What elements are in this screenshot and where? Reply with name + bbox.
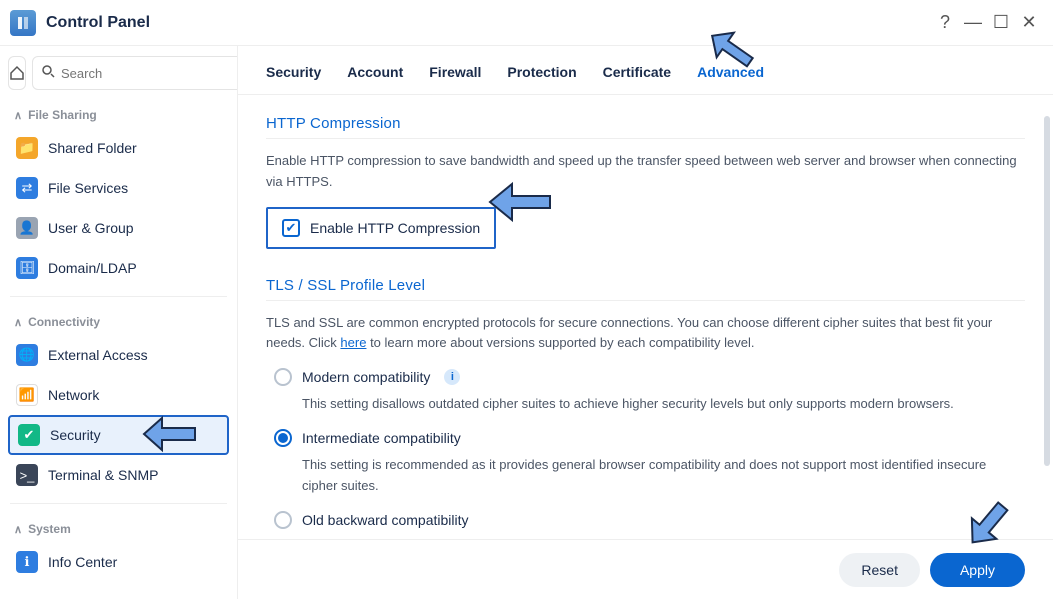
sidebar-item-label: Shared Folder xyxy=(48,140,137,156)
sidebar-item-label: Info Center xyxy=(48,554,117,570)
section-system[interactable]: ∧ System xyxy=(8,512,229,542)
sidebar-item-label: Network xyxy=(48,387,99,403)
http-compression-title: HTTP Compression xyxy=(266,115,1025,132)
reset-button[interactable]: Reset xyxy=(839,553,920,587)
apply-button[interactable]: Apply xyxy=(930,553,1025,587)
tab-certificate[interactable]: Certificate xyxy=(603,64,671,94)
tab-advanced[interactable]: Advanced xyxy=(697,64,764,94)
folder-icon: 📁 xyxy=(16,137,38,159)
sidebar-item-label: External Access xyxy=(48,347,148,363)
home-icon xyxy=(9,65,25,81)
home-button[interactable] xyxy=(8,56,26,90)
radio-desc: This setting disallows outdated cipher s… xyxy=(302,394,1025,415)
tls-desc: TLS and SSL are common encrypted protoco… xyxy=(266,313,1025,355)
section-connectivity[interactable]: ∧ Connectivity xyxy=(8,305,229,335)
checkbox-label: Enable HTTP Compression xyxy=(310,220,480,236)
tls-title: TLS / SSL Profile Level xyxy=(266,277,1025,294)
section-label: System xyxy=(28,522,71,536)
sidebar-item-label: User & Group xyxy=(48,220,134,236)
radio-icon xyxy=(274,511,292,529)
content-area: HTTP Compression Enable HTTP compression… xyxy=(238,95,1053,599)
chevron-up-icon: ∧ xyxy=(14,109,22,122)
user-group-icon: 👤 xyxy=(16,217,38,239)
sidebar-item-shared-folder[interactable]: 📁 Shared Folder xyxy=(8,128,229,168)
tab-firewall[interactable]: Firewall xyxy=(429,64,481,94)
sidebar-item-user-group[interactable]: 👤 User & Group xyxy=(8,208,229,248)
radio-intermediate-compatibility[interactable]: Intermediate compatibility xyxy=(274,429,1025,447)
search-icon xyxy=(41,64,55,83)
chevron-up-icon: ∧ xyxy=(14,523,22,536)
file-services-icon: ⇄ xyxy=(16,177,38,199)
divider xyxy=(10,503,227,504)
minimize-button[interactable]: — xyxy=(959,9,987,37)
shield-icon: ✔ xyxy=(18,424,40,446)
sidebar-item-info-center[interactable]: ℹ Info Center xyxy=(8,542,229,582)
help-button[interactable]: ? xyxy=(931,9,959,37)
section-file-sharing[interactable]: ∧ File Sharing xyxy=(8,98,229,128)
info-badge[interactable]: i xyxy=(444,369,460,385)
sidebar: ∧ File Sharing 📁 Shared Folder ⇄ File Se… xyxy=(0,46,238,599)
sidebar-item-label: Terminal & SNMP xyxy=(48,467,158,483)
footer: Reset Apply xyxy=(238,539,1053,599)
globe-icon: 🌐 xyxy=(16,344,38,366)
tab-account[interactable]: Account xyxy=(347,64,403,94)
radio-icon xyxy=(274,429,292,447)
search-input[interactable] xyxy=(61,66,237,81)
control-panel-icon xyxy=(10,10,36,36)
tab-protection[interactable]: Protection xyxy=(507,64,576,94)
http-compression-desc: Enable HTTP compression to save bandwidt… xyxy=(266,151,1025,193)
radio-old-backward-compatibility[interactable]: Old backward compatibility xyxy=(274,511,1025,529)
sidebar-item-label: Security xyxy=(50,427,101,443)
network-icon: 📶 xyxy=(16,384,38,406)
domain-ldap-icon: 🗄 xyxy=(16,257,38,279)
chevron-up-icon: ∧ xyxy=(14,316,22,329)
sidebar-item-label: File Services xyxy=(48,180,128,196)
radio-desc: This setting is recommended as it provid… xyxy=(302,455,1025,497)
sidebar-item-external-access[interactable]: 🌐 External Access xyxy=(8,335,229,375)
radio-label: Old backward compatibility xyxy=(302,512,469,528)
maximize-button[interactable]: ☐ xyxy=(987,9,1015,37)
main-panel: Security Account Firewall Protection Cer… xyxy=(238,46,1053,599)
info-icon: ℹ xyxy=(16,551,38,573)
sidebar-item-terminal-snmp[interactable]: >_ Terminal & SNMP xyxy=(8,455,229,495)
tls-learn-more-link[interactable]: here xyxy=(340,335,366,350)
section-label: File Sharing xyxy=(28,108,97,122)
radio-label: Intermediate compatibility xyxy=(302,430,461,446)
enable-http-compression-checkbox[interactable]: ✔ Enable HTTP Compression xyxy=(266,207,496,249)
tab-security[interactable]: Security xyxy=(266,64,321,94)
terminal-icon: >_ xyxy=(16,464,38,486)
divider xyxy=(10,296,227,297)
sidebar-item-network[interactable]: 📶 Network xyxy=(8,375,229,415)
scrollbar[interactable] xyxy=(1044,116,1050,466)
search-box[interactable] xyxy=(32,56,238,90)
close-button[interactable]: ✕ xyxy=(1015,9,1043,37)
window-title: Control Panel xyxy=(46,14,150,32)
radio-label: Modern compatibility xyxy=(302,369,430,385)
sidebar-item-domain-ldap[interactable]: 🗄 Domain/LDAP xyxy=(8,248,229,288)
checkbox-icon: ✔ xyxy=(282,219,300,237)
titlebar: Control Panel ? — ☐ ✕ xyxy=(0,0,1053,46)
section-label: Connectivity xyxy=(28,315,100,329)
tab-bar: Security Account Firewall Protection Cer… xyxy=(238,46,1053,95)
radio-icon xyxy=(274,368,292,386)
sidebar-item-file-services[interactable]: ⇄ File Services xyxy=(8,168,229,208)
radio-modern-compatibility[interactable]: Modern compatibility i xyxy=(274,368,1025,386)
sidebar-item-security[interactable]: ✔ Security xyxy=(8,415,229,455)
sidebar-item-label: Domain/LDAP xyxy=(48,260,137,276)
